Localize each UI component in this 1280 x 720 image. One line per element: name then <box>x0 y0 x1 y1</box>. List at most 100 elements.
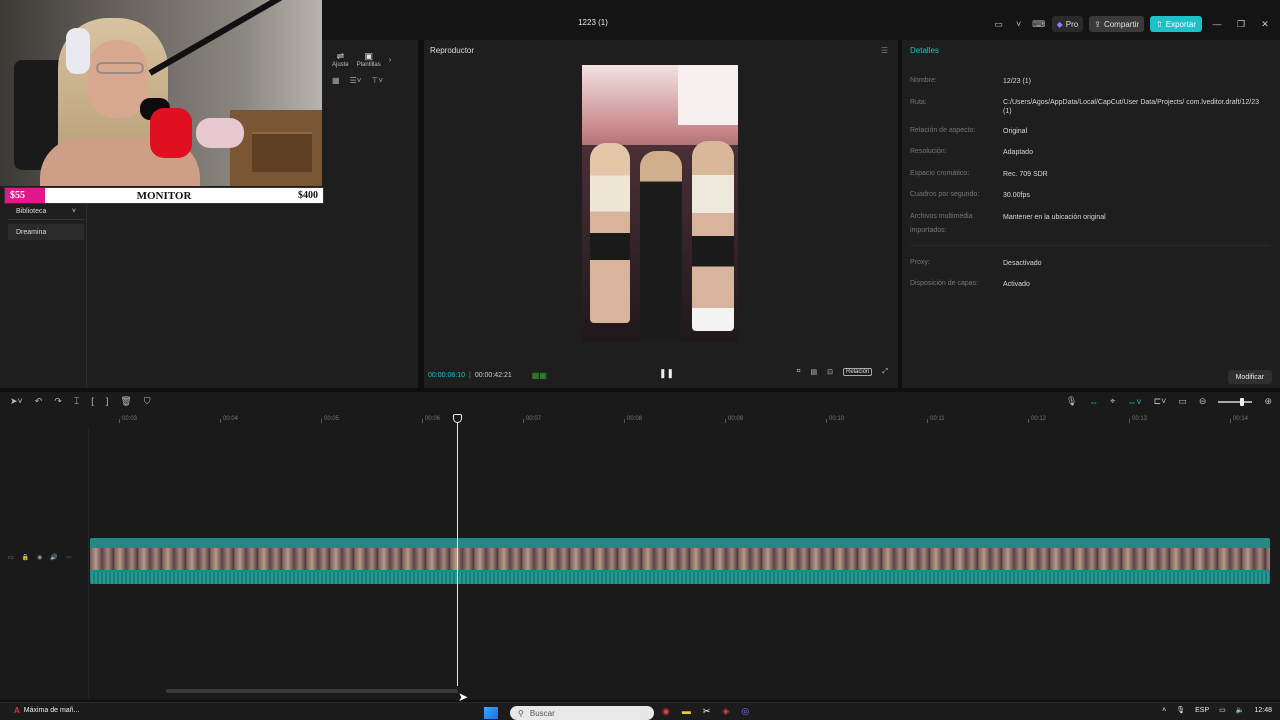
zoom-slider-knob[interactable] <box>1240 397 1245 406</box>
tool-plantillas[interactable]: ▣ Plantillas <box>357 51 381 68</box>
timeline-scrollbar[interactable] <box>166 689 458 693</box>
search-placeholder: Buscar <box>529 708 555 718</box>
sort-icon[interactable]: ☰˅ <box>350 76 362 85</box>
template-icon: ▣ <box>364 51 373 61</box>
video-preview[interactable] <box>582 65 738 342</box>
mic-tray-icon[interactable]: 🎙 <box>1176 706 1185 714</box>
media-subtools: ▦ ☰˅ ⊤˅ <box>332 76 383 85</box>
clip-thumbnails <box>90 548 1270 570</box>
system-tray: ˄ 🎙 ESP ▭ 🔈 12:48 <box>1162 706 1272 715</box>
ruler-tick: 00:05 <box>320 416 340 423</box>
snap-icon[interactable]: ⇔˅ <box>1127 397 1141 407</box>
preview-axis-icon[interactable]: ⊏˅ <box>1154 396 1167 407</box>
detail-value: Activado <box>1003 281 1030 288</box>
crop-icon[interactable]: ⌗ <box>797 368 801 376</box>
lock-icon[interactable]: 🔒 <box>22 554 29 564</box>
trim-right-icon[interactable]: ] <box>106 396 109 407</box>
divider <box>88 428 89 698</box>
layout-icon[interactable]: ▭ <box>992 17 1006 31</box>
discord-icon[interactable]: ◎ <box>741 706 749 717</box>
webcam-headset <box>66 28 90 74</box>
select-tool-icon[interactable]: ➤˅ <box>10 396 23 407</box>
clock[interactable]: 12:48 <box>1254 707 1272 714</box>
fit-icon[interactable]: ⊡ <box>827 368 833 376</box>
timeline-panel: ➤˅ ↶ ↷ ⌶ [ ] 🗑 ⛉ 🎙 ⇔ ⌖ ⇔˅ ⊏˅ ▭ ⊖ ⊕ 00:03… <box>0 392 1280 704</box>
filter-icon[interactable]: ⊤˅ <box>371 76 383 85</box>
game-icon[interactable]: ◈ <box>722 706 729 717</box>
chevron-up-icon[interactable]: ˄ <box>1162 707 1166 714</box>
video-clip[interactable] <box>90 538 1270 584</box>
ruler-tick: 00:14 <box>1229 416 1249 423</box>
caption-icon[interactable]: ▭ <box>1178 396 1187 407</box>
link-icon[interactable]: ⇔ <box>1089 397 1098 407</box>
ruler-tick: 00:09 <box>724 416 744 423</box>
network-icon[interactable]: ▭ <box>1219 706 1226 714</box>
restore-icon[interactable]: ❐ <box>1232 16 1250 32</box>
minimize-icon[interactable]: — <box>1208 16 1226 32</box>
menu-icon[interactable]: ☰ <box>881 46 888 55</box>
chevron-down-icon[interactable]: ˅ <box>1012 17 1026 31</box>
video-person-left <box>590 143 630 323</box>
playhead[interactable] <box>457 416 458 686</box>
detail-key: Proxy: <box>910 259 930 266</box>
fullscreen-icon[interactable]: ⤢ <box>882 368 888 376</box>
zoom-out-icon[interactable]: ⊖ <box>1199 396 1207 407</box>
sidebar-item-biblioteca[interactable]: Biblioteca ˅ <box>8 204 84 220</box>
close-icon[interactable]: ✕ <box>1256 16 1274 32</box>
current-time: 00:00:06:10 <box>428 371 465 379</box>
magnet-icon[interactable]: ⌖ <box>1110 396 1115 407</box>
more-icon[interactable]: ⋯ <box>66 554 72 564</box>
cover-icon[interactable]: ▭ <box>8 554 14 564</box>
search-icon: ⚲ <box>518 708 524 718</box>
ratio-button[interactable]: Relación <box>843 368 873 376</box>
player-title: Reproductor <box>430 46 475 55</box>
modify-button[interactable]: Modificar <box>1227 370 1272 384</box>
audio-level-icon: ▦▦ <box>531 370 547 380</box>
ruler-tick: 00:03 <box>118 416 138 423</box>
timeline-ruler[interactable]: 00:03 00:04 00:05 00:06 00:07 00:08 00:09 00:10… <box>90 416 1280 428</box>
microphone-icon[interactable]: 🎙 <box>1066 396 1077 407</box>
search-box[interactable]: ⚲ Buscar <box>510 706 654 720</box>
zoom-slider[interactable] <box>1218 397 1253 406</box>
undo-icon[interactable]: ↶ <box>35 396 43 407</box>
chrome-icon[interactable]: ◉ <box>662 706 670 717</box>
donation-goal-bar: $55 MONITOR $400 <box>4 187 324 204</box>
tool-ajuste[interactable]: ⇌ Ajuste <box>332 51 349 68</box>
detail-value: Original <box>1003 128 1028 135</box>
windows-start-icon[interactable] <box>484 707 498 719</box>
volume-icon[interactable]: 🔈 <box>1236 706 1245 714</box>
window-title: 1223 (1) <box>578 18 608 27</box>
audio-icon[interactable]: 🔊 <box>50 554 57 564</box>
video-person-right <box>692 141 734 331</box>
trim-left-icon[interactable]: [ <box>91 396 94 407</box>
keyboard-icon[interactable]: ⌨ <box>1032 17 1046 31</box>
chevron-right-icon[interactable]: › <box>389 55 392 64</box>
language-indicator[interactable]: ESP <box>1195 707 1209 714</box>
share-button[interactable]: ⇪ Compartir <box>1089 16 1145 32</box>
webcam-drawer <box>252 132 312 172</box>
share-label: Compartir <box>1103 19 1140 29</box>
folder-icon[interactable]: ▬ <box>682 706 691 717</box>
ai-icon[interactable]: ▤ <box>811 368 818 376</box>
sidebar-item-dreamina[interactable]: Dreamina <box>8 224 84 240</box>
redo-icon[interactable]: ↷ <box>54 396 62 407</box>
export-button[interactable]: ⇧ Exportar <box>1150 16 1202 32</box>
delete-icon[interactable]: 🗑 <box>120 396 131 407</box>
split-icon[interactable]: ⌶ <box>74 396 79 407</box>
taskbar-app[interactable]: A Máxima de mañ... <box>14 706 79 715</box>
playhead-handle[interactable] <box>453 414 462 423</box>
eye-icon[interactable]: ◉ <box>37 554 42 564</box>
media-toolstrip: ⇌ Ajuste ▣ Plantillas › <box>322 40 418 68</box>
windows-taskbar: A Máxima de mañ... ⚲ Buscar ◉ ▬ ✂ ◈ ◎ ˄ … <box>0 702 1280 720</box>
detail-value: Adaptado <box>1003 149 1033 156</box>
capcut-icon[interactable]: ✂ <box>703 706 711 717</box>
clip-waveform <box>90 572 1270 584</box>
zoom-in-icon[interactable]: ⊕ <box>1264 396 1272 407</box>
pro-button[interactable]: ◆ Pro <box>1051 16 1084 32</box>
pause-icon[interactable]: ❚❚ <box>659 368 674 379</box>
grid-view-icon[interactable]: ▦ <box>332 76 340 85</box>
sidebar-item-label: Biblioteca <box>16 208 47 215</box>
marker-icon[interactable]: ⛉ <box>144 396 151 407</box>
detail-value: Mantener en la ubicación original <box>1003 214 1106 221</box>
detail-value: 30.00fps <box>1003 192 1030 199</box>
